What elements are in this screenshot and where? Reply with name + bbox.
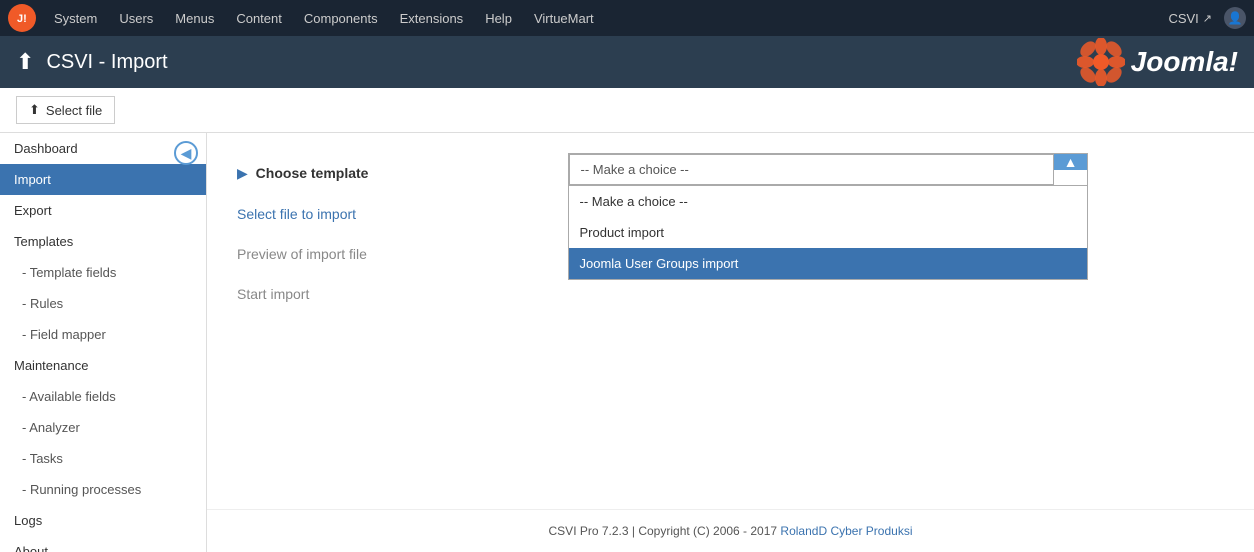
footer-text-prefix: CSVI Pro 7.2.3 | Copyright (C) 2006 - 20… bbox=[549, 524, 781, 538]
joomla-logo-icon: J! bbox=[8, 4, 36, 32]
upload-icon: ⬆ bbox=[16, 49, 34, 75]
wizard-step-select-file[interactable]: Select file to import bbox=[237, 194, 368, 234]
dropdown-selected-value[interactable]: -- Make a choice -- bbox=[569, 154, 1053, 185]
dropdown-arrow-icon: ▲ bbox=[1064, 154, 1078, 170]
select-file-button[interactable]: ⬆ Select file bbox=[16, 96, 115, 124]
sidebar-item-running-processes[interactable]: - Running processes bbox=[0, 474, 206, 505]
user-icon[interactable]: 👤 bbox=[1224, 7, 1246, 29]
sidebar-item-available-fields[interactable]: - Available fields bbox=[0, 381, 206, 412]
sidebar-item-maintenance[interactable]: Maintenance bbox=[0, 350, 206, 381]
joomla-flower-icon bbox=[1077, 38, 1125, 86]
template-dropdown-area: -- Make a choice -- ▲ -- Make a choice -… bbox=[568, 153, 1088, 503]
app-header: ⬆ CSVI - Import Joomla! bbox=[0, 36, 1254, 88]
svg-text:J!: J! bbox=[17, 13, 27, 25]
sidebar-item-rules[interactable]: - Rules bbox=[0, 288, 206, 319]
step-link[interactable]: Select file to import bbox=[237, 206, 356, 222]
nav-right: CSVI ↗ 👤 bbox=[1168, 7, 1246, 29]
app-title: CSVI - Import bbox=[46, 51, 167, 74]
wizard-step-preview[interactable]: Preview of import file bbox=[237, 234, 368, 274]
step-icon: ▶ bbox=[237, 165, 248, 181]
top-navigation: J! System Users Menus Content Components… bbox=[0, 0, 1254, 36]
nav-menus[interactable]: Menus bbox=[165, 5, 224, 32]
sidebar-item-label: - Tasks bbox=[22, 451, 63, 466]
selected-text: -- Make a choice -- bbox=[580, 162, 688, 177]
sidebar-item-export[interactable]: Export bbox=[0, 195, 206, 226]
external-link-icon: ↗ bbox=[1203, 12, 1212, 25]
toolbar: ⬆ Select file bbox=[0, 88, 1254, 133]
wizard-steps: ▶ Choose template Select file to import … bbox=[237, 153, 368, 503]
template-dropdown[interactable]: -- Make a choice -- ▲ -- Make a choice -… bbox=[568, 153, 1088, 186]
sidebar-item-field-mapper[interactable]: - Field mapper bbox=[0, 319, 206, 350]
dropdown-option-joomla-user-groups[interactable]: Joomla User Groups import bbox=[569, 248, 1087, 279]
csvi-link[interactable]: CSVI ↗ bbox=[1168, 11, 1212, 26]
step-link[interactable]: Start import bbox=[237, 286, 309, 302]
footer-link[interactable]: RolandD Cyber Produksi bbox=[780, 524, 912, 538]
nav-content[interactable]: Content bbox=[226, 5, 292, 32]
page-footer: CSVI Pro 7.2.3 | Copyright (C) 2006 - 20… bbox=[207, 509, 1254, 552]
step-link[interactable]: Choose template bbox=[256, 165, 369, 181]
sidebar-item-import[interactable]: Import bbox=[0, 164, 206, 195]
wizard-step-choose-template[interactable]: ▶ Choose template bbox=[237, 153, 368, 194]
sidebar-item-label: - Template fields bbox=[22, 265, 116, 280]
wizard-step-start-import[interactable]: Start import bbox=[237, 274, 368, 314]
sidebar-item-label: - Available fields bbox=[22, 389, 116, 404]
sidebar-item-templates[interactable]: Templates bbox=[0, 226, 206, 257]
select-file-label: Select file bbox=[46, 103, 102, 118]
user-avatar-icon: 👤 bbox=[1228, 11, 1243, 25]
sidebar-item-label: Maintenance bbox=[14, 358, 88, 373]
sidebar-item-label: - Rules bbox=[22, 296, 63, 311]
sidebar-item-about[interactable]: About bbox=[0, 536, 206, 552]
nav-extensions[interactable]: Extensions bbox=[390, 5, 474, 32]
sidebar-item-logs[interactable]: Logs bbox=[0, 505, 206, 536]
app-title-area: ⬆ CSVI - Import bbox=[16, 49, 168, 75]
sidebar-item-label: About bbox=[14, 544, 48, 552]
dropdown-toggle-button[interactable]: ▲ bbox=[1054, 154, 1088, 170]
nav-users[interactable]: Users bbox=[109, 5, 163, 32]
sidebar-item-label: Export bbox=[14, 203, 52, 218]
step-link[interactable]: Preview of import file bbox=[237, 246, 367, 262]
dropdown-option-make-choice[interactable]: -- Make a choice -- bbox=[569, 186, 1087, 217]
main-content: ▶ Choose template Select file to import … bbox=[207, 133, 1254, 552]
nav-system[interactable]: System bbox=[44, 5, 107, 32]
sidebar-item-label: Import bbox=[14, 172, 51, 187]
dropdown-option-product-import[interactable]: Product import bbox=[569, 217, 1087, 248]
sidebar-item-label: - Running processes bbox=[22, 482, 141, 497]
joomla-text: Joomla! bbox=[1131, 46, 1238, 78]
sidebar: ◀ Dashboard Import Export Templates - Te… bbox=[0, 133, 207, 552]
sidebar-back-button[interactable]: ◀ bbox=[174, 141, 198, 165]
sidebar-item-label: - Field mapper bbox=[22, 327, 106, 342]
upload-btn-icon: ⬆ bbox=[29, 102, 40, 118]
joomla-brand: Joomla! bbox=[1077, 38, 1238, 86]
back-icon: ◀ bbox=[181, 145, 192, 162]
nav-components[interactable]: Components bbox=[294, 5, 388, 32]
csvi-link-label: CSVI bbox=[1168, 11, 1198, 26]
sidebar-item-label: - Analyzer bbox=[22, 420, 80, 435]
sidebar-item-analyzer[interactable]: - Analyzer bbox=[0, 412, 206, 443]
sidebar-item-tasks[interactable]: - Tasks bbox=[0, 443, 206, 474]
sidebar-item-label: Dashboard bbox=[14, 141, 78, 156]
content-wrapper: ▶ Choose template Select file to import … bbox=[237, 153, 1224, 503]
nav-menu: System Users Menus Content Components Ex… bbox=[44, 5, 1168, 32]
dropdown-panel: -- Make a choice -- Product import Jooml… bbox=[568, 186, 1088, 280]
sidebar-item-label: Templates bbox=[14, 234, 73, 249]
sidebar-item-template-fields[interactable]: - Template fields bbox=[0, 257, 206, 288]
main-layout: ◀ Dashboard Import Export Templates - Te… bbox=[0, 133, 1254, 552]
nav-virtuemart[interactable]: VirtueMart bbox=[524, 5, 604, 32]
nav-help[interactable]: Help bbox=[475, 5, 522, 32]
sidebar-item-label: Logs bbox=[14, 513, 42, 528]
